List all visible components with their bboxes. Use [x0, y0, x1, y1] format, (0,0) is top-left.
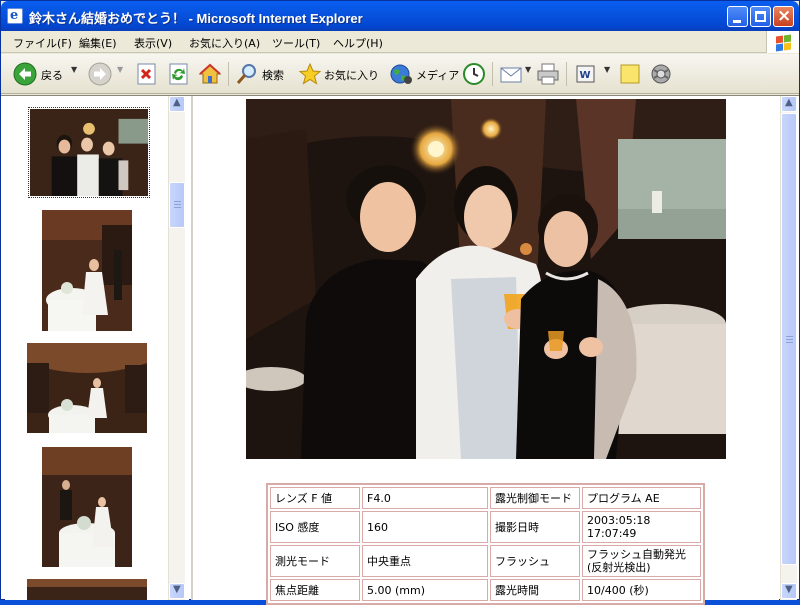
- menu-bar: ファイル(F) 編集(E) 表示(V) お気に入り(A) ツール(T) ヘルプ(…: [1, 31, 799, 53]
- exif-value: 10/400 (秒): [582, 579, 701, 601]
- exif-key: レンズ F 値: [270, 487, 360, 509]
- chevron-down-icon: ▼: [785, 584, 793, 595]
- forward-arrow-icon[interactable]: [88, 62, 112, 86]
- ie-page-icon: e: [7, 8, 23, 24]
- exif-value: フラッシュ自動発光(反射光検出): [582, 545, 701, 577]
- history-icon[interactable]: [462, 62, 486, 86]
- close-button[interactable]: ×: [773, 6, 794, 27]
- favorites-button-label[interactable]: お気に入り: [324, 67, 379, 83]
- photo-frame: レンズ F 値 F4.0 露光制御モード プログラム AE ISO 感度 160…: [191, 96, 779, 605]
- toolbar: 戻る ▼ ▼ 検索 お気に入り メディア ▼ W ▼: [1, 54, 799, 94]
- back-arrow-icon[interactable]: [13, 62, 37, 86]
- back-dropdown-icon[interactable]: ▼: [71, 65, 77, 74]
- media-globe-icon[interactable]: [389, 62, 413, 86]
- menu-view[interactable]: 表示(V): [134, 35, 172, 51]
- thumbnail-photo-5[interactable]: [27, 579, 147, 600]
- exif-value: 160: [362, 511, 488, 543]
- favorites-star-icon[interactable]: [298, 62, 322, 86]
- menu-edit[interactable]: 編集(E): [79, 35, 117, 51]
- exif-key: 露光時間: [490, 579, 580, 601]
- exif-value: F4.0: [362, 487, 488, 509]
- mail-icon[interactable]: [499, 62, 523, 86]
- exif-key: 測光モード: [270, 545, 360, 577]
- exif-value: 2003:05:18 17:07:49: [582, 511, 701, 543]
- print-icon[interactable]: [536, 62, 560, 86]
- thumbnail-photo-1[interactable]: [28, 107, 150, 198]
- menu-file[interactable]: ファイル(F): [13, 35, 72, 51]
- exif-key: ISO 感度: [270, 511, 360, 543]
- edit-dropdown-icon[interactable]: ▼: [604, 65, 610, 74]
- menu-help[interactable]: ヘルプ(H): [333, 35, 383, 51]
- menu-favorites[interactable]: お気に入り(A): [189, 35, 260, 51]
- title-bar[interactable]: e 鈴木さん結婚おめでとう！ - Microsoft Internet Expl…: [1, 1, 799, 31]
- minimize-button[interactable]: [727, 6, 748, 27]
- scroll-up-button[interactable]: ▲: [781, 96, 797, 112]
- forward-dropdown-icon[interactable]: ▼: [117, 65, 123, 74]
- browser-window: e 鈴木さん結婚おめでとう！ - Microsoft Internet Expl…: [0, 0, 800, 605]
- table-row: レンズ F 値 F4.0 露光制御モード プログラム AE: [270, 487, 701, 509]
- messenger-icon[interactable]: [649, 62, 673, 86]
- exif-key: 撮影日時: [490, 511, 580, 543]
- thumbnail-photo-3[interactable]: [27, 343, 147, 433]
- exif-value: 中央重点: [362, 545, 488, 577]
- close-icon: ×: [777, 6, 792, 26]
- thumbnail-image: [42, 447, 132, 567]
- exif-value: 5.00 (mm): [362, 579, 488, 601]
- main-photo: [246, 99, 726, 459]
- back-button-label[interactable]: 戻る: [41, 67, 63, 83]
- chevron-up-icon: ▲: [785, 97, 793, 108]
- thumbnail-frame: [5, 96, 189, 600]
- minimize-icon: [733, 20, 741, 23]
- media-button-label[interactable]: メディア: [416, 67, 459, 83]
- thumbnail-image: [27, 343, 147, 433]
- scroll-thumb[interactable]: [169, 182, 185, 228]
- maximize-icon: [755, 11, 766, 22]
- thumbnail-image: [27, 579, 147, 600]
- table-row: 焦点距離 5.00 (mm) 露光時間 10/400 (秒): [270, 579, 701, 601]
- exif-value: プログラム AE: [582, 487, 701, 509]
- chevron-up-icon: ▲: [173, 97, 181, 108]
- exif-table: レンズ F 値 F4.0 露光制御モード プログラム AE ISO 感度 160…: [266, 483, 705, 605]
- windows-logo-icon: [766, 31, 799, 53]
- svg-text:W: W: [580, 70, 591, 81]
- edit-word-icon[interactable]: W: [574, 62, 598, 86]
- stop-icon[interactable]: [135, 62, 159, 86]
- exif-key: フラッシュ: [490, 545, 580, 577]
- refresh-icon[interactable]: [167, 62, 191, 86]
- thumbnail-image: [42, 210, 132, 331]
- scroll-down-button[interactable]: ▼: [781, 583, 797, 599]
- maximize-button[interactable]: [750, 6, 771, 27]
- thumbnail-image: [30, 109, 148, 196]
- table-row: 測光モード 中央重点 フラッシュ フラッシュ自動発光(反射光検出): [270, 545, 701, 577]
- thumbnail-photo-4[interactable]: [42, 447, 132, 567]
- photo-frame-scrollbar[interactable]: ▲ ▼: [780, 96, 797, 600]
- thumbnail-photo-2[interactable]: [42, 210, 132, 331]
- discuss-note-icon[interactable]: [618, 62, 642, 86]
- search-icon[interactable]: [235, 62, 259, 86]
- table-row: ISO 感度 160 撮影日時 2003:05:18 17:07:49: [270, 511, 701, 543]
- chevron-down-icon: ▼: [173, 584, 181, 595]
- search-button-label[interactable]: 検索: [262, 67, 284, 83]
- menu-tools[interactable]: ツール(T): [272, 35, 320, 51]
- content-area: ▲ ▼ レンズ F 値 F4.0 露光制御モード プログラム AE ISO 感度…: [1, 95, 799, 605]
- main-photo-image: [246, 99, 726, 459]
- home-icon[interactable]: [198, 62, 222, 86]
- window-title: 鈴木さん結婚おめでとう！ - Microsoft Internet Explor…: [29, 11, 363, 26]
- thumbnail-scrollbar[interactable]: ▲ ▼: [168, 96, 185, 600]
- exif-key: 露光制御モード: [490, 487, 580, 509]
- scroll-thumb[interactable]: [781, 113, 797, 565]
- scroll-down-button[interactable]: ▼: [169, 583, 185, 599]
- mail-dropdown-icon[interactable]: ▼: [525, 65, 531, 74]
- exif-key: 焦点距離: [270, 579, 360, 601]
- scroll-up-button[interactable]: ▲: [169, 96, 185, 112]
